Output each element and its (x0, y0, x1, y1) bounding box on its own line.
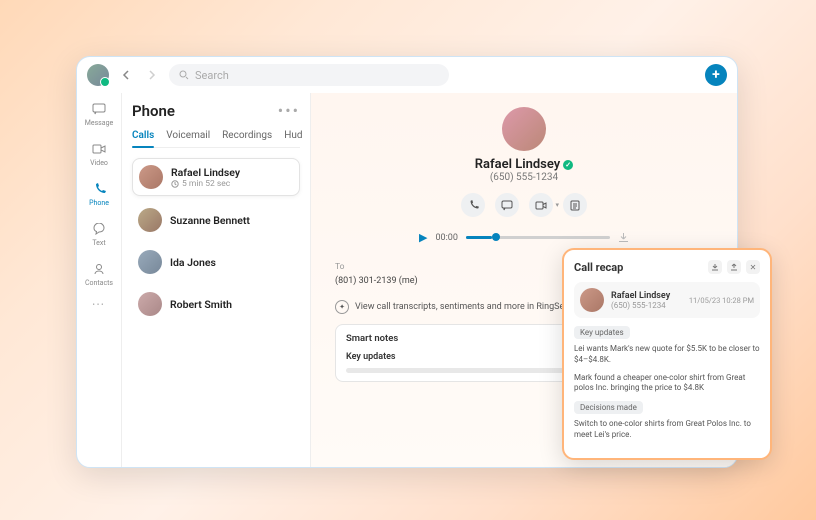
video-icon (91, 141, 107, 157)
contact-actions: ▾ (461, 193, 587, 217)
avatar (138, 250, 162, 274)
call-row[interactable]: Suzanne Bennett (132, 202, 300, 238)
contact-name: Rafael Lindsey ✓ (475, 157, 573, 172)
key-updates-chip: Key updates (574, 326, 630, 339)
seek-slider[interactable] (466, 236, 610, 239)
rail-phone[interactable]: Phone (89, 181, 109, 207)
text-icon (91, 221, 107, 237)
chevron-down-icon: ▾ (555, 201, 559, 209)
contact-avatar[interactable] (502, 107, 546, 151)
tab-recordings[interactable]: Recordings (222, 130, 272, 141)
nav-back-button[interactable] (117, 66, 135, 84)
search-placeholder: Search (195, 69, 229, 82)
recap-download-button[interactable] (708, 260, 722, 274)
contacts-icon (91, 261, 107, 277)
contact-number: (650) 555-1234 (490, 172, 558, 183)
call-row-selected[interactable]: Rafael Lindsey 5 min 52 sec (132, 158, 300, 196)
player-time: 00:00 (435, 233, 457, 243)
audio-player: ▶ 00:00 (419, 231, 629, 244)
recap-key-update-2: Mark found a cheaper one-color shirt fro… (574, 373, 760, 395)
tab-voicemail[interactable]: Voicemail (166, 130, 210, 141)
search-icon (179, 70, 189, 80)
recap-share-button[interactable] (727, 260, 741, 274)
list-more-button[interactable]: ••• (278, 101, 300, 120)
tab-hud[interactable]: Hud (284, 130, 302, 141)
download-button[interactable] (618, 232, 629, 243)
rail-contacts[interactable]: Contacts (85, 261, 113, 287)
tab-calls[interactable]: Calls (132, 130, 154, 141)
avatar (138, 208, 162, 232)
recap-contact-card[interactable]: Rafael Lindsey (650) 555-1234 11/05/23 1… (574, 282, 760, 318)
call-list-panel: Phone ••• Calls Voicemail Recordings Hud… (122, 93, 311, 467)
call-button[interactable] (461, 193, 485, 217)
play-button[interactable]: ▶ (419, 231, 427, 244)
nav-forward-button[interactable] (143, 66, 161, 84)
rail-message[interactable]: Message (85, 101, 114, 127)
recap-close-button[interactable]: ✕ (746, 260, 760, 274)
call-row[interactable]: Robert Smith (132, 286, 300, 322)
call-recap-popover: Call recap ✕ Rafael Lindsey (650) 555-12… (562, 248, 772, 460)
verified-icon: ✓ (563, 160, 573, 170)
avatar (139, 165, 163, 189)
recap-timestamp: 11/05/23 10:28 PM (689, 296, 754, 305)
rail-more[interactable]: ••• (92, 301, 105, 309)
avatar (580, 288, 604, 312)
rail-text[interactable]: Text (91, 221, 107, 247)
ringsense-icon: ✦ (335, 300, 349, 314)
page-title: Phone (132, 102, 175, 120)
more-icon: ••• (92, 301, 105, 309)
notes-button[interactable] (563, 193, 587, 217)
sidebar-rail: Message Video Phone Text Contacts ••• (77, 93, 122, 467)
message-icon (91, 101, 107, 117)
add-button[interactable]: + (705, 64, 727, 86)
topbar: Search + (77, 57, 737, 93)
rail-video[interactable]: Video (90, 141, 108, 167)
recap-key-update-1: Lei wants Mark's new quote for $5.5K to … (574, 344, 760, 366)
recap-decision-1: Switch to one-color shirts from Great Po… (574, 419, 760, 441)
clock-icon (171, 180, 179, 188)
call-row[interactable]: Ida Jones (132, 244, 300, 280)
call-tabs: Calls Voicemail Recordings Hud (132, 130, 300, 148)
message-button[interactable] (495, 193, 519, 217)
decisions-chip: Decisions made (574, 401, 643, 414)
current-user-avatar[interactable] (87, 64, 109, 86)
avatar (138, 292, 162, 316)
video-button[interactable]: ▾ (529, 193, 553, 217)
search-input[interactable]: Search (169, 64, 449, 86)
phone-icon (91, 181, 107, 197)
recap-title: Call recap (574, 261, 623, 274)
